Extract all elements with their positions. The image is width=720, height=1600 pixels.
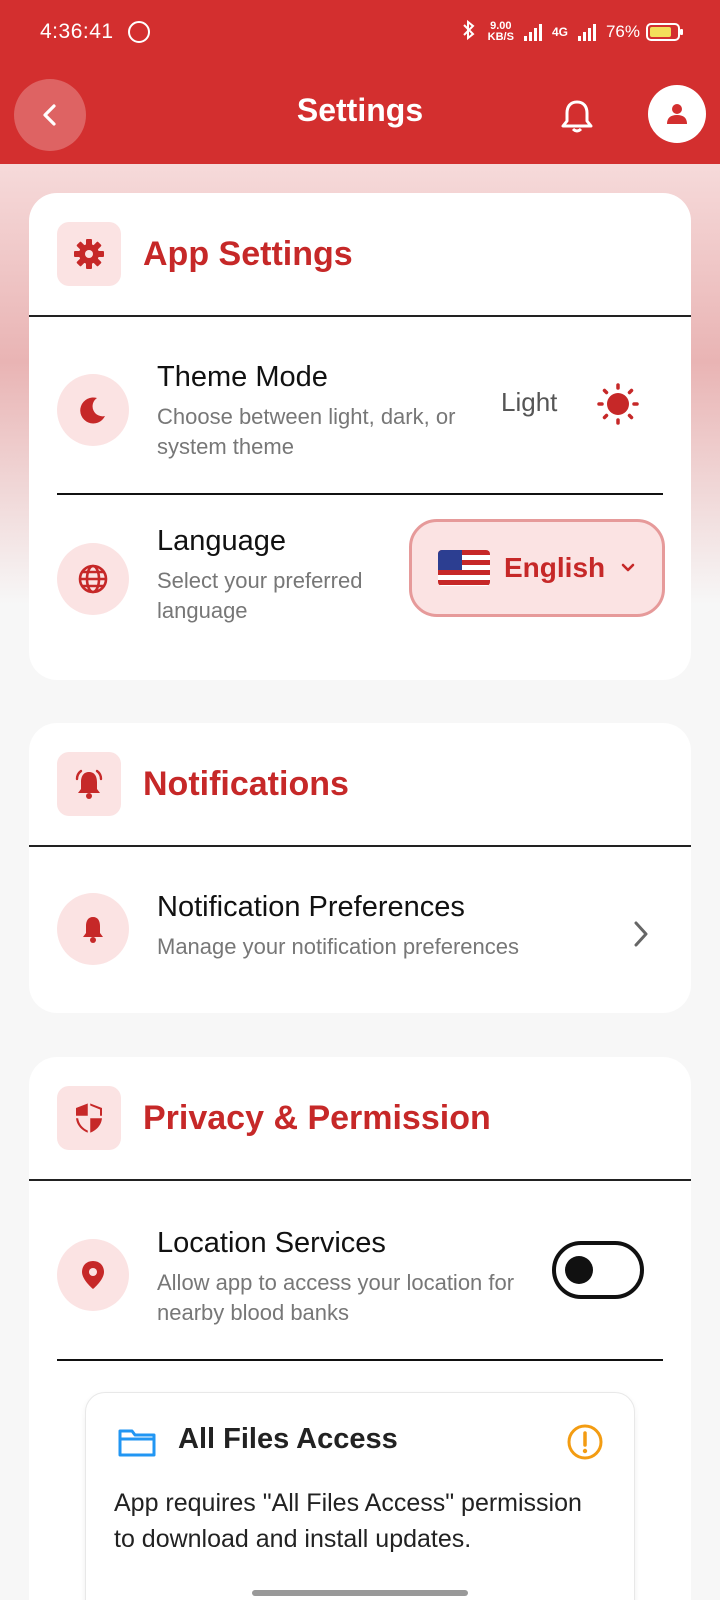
- app-bar: 4:36:41 9.00 KB/S 4G 76% Settings: [0, 0, 720, 164]
- person-icon: [667, 104, 687, 124]
- ringing-bell-icon: [57, 752, 121, 816]
- battery-icon: [646, 23, 683, 41]
- notification-preferences-title: Notification Preferences: [157, 891, 465, 923]
- theme-mode-title: Theme Mode: [157, 361, 328, 393]
- warning-icon[interactable]: [566, 1423, 604, 1466]
- network-type: 4G: [551, 25, 568, 39]
- notifications-title: Notifications: [143, 764, 349, 803]
- language-title: Language: [157, 525, 287, 557]
- network-speed-unit: KB/S: [487, 31, 514, 43]
- app-settings-card: App Settings Theme Mode Choose between l…: [29, 193, 691, 680]
- home-indicator[interactable]: [252, 1590, 468, 1596]
- theme-mode-value: Light: [501, 387, 558, 417]
- app-settings-header: App Settings: [29, 193, 691, 317]
- theme-mode-row[interactable]: Theme Mode Choose between light, dark, o…: [29, 317, 691, 493]
- theme-mode-subtitle: Choose between light, dark, or system th…: [157, 404, 456, 459]
- divider: [57, 1359, 663, 1361]
- all-files-access-description: App requires "All Files Access" permissi…: [114, 1489, 582, 1553]
- whatsapp-icon: [127, 21, 150, 43]
- toggle-knob: [565, 1256, 593, 1284]
- chevron-right-icon: [631, 919, 651, 954]
- notifications-card: Notifications Notification Preferences M…: [29, 723, 691, 1013]
- privacy-header: Privacy & Permission: [29, 1057, 691, 1181]
- language-selected: English: [504, 552, 606, 583]
- language-dropdown[interactable]: English: [409, 519, 665, 617]
- folder-icon: [118, 1427, 156, 1462]
- location-services-toggle[interactable]: [552, 1241, 644, 1299]
- moon-icon: [57, 374, 129, 446]
- signal-icon: [523, 23, 542, 41]
- battery-percent: 76%: [605, 22, 640, 41]
- battery-status: 76%: [605, 22, 683, 42]
- globe-icon: [57, 543, 129, 615]
- us-flag-icon: [438, 550, 490, 586]
- language-subtitle: Select your preferred language: [157, 568, 363, 623]
- bell-icon: [561, 100, 593, 133]
- location-services-text: Location Services Allow app to access yo…: [157, 1227, 547, 1328]
- location-services-row: Location Services Allow app to access yo…: [29, 1181, 691, 1359]
- location-pin-icon: [57, 1239, 129, 1311]
- profile-avatar-button[interactable]: [648, 85, 706, 143]
- location-services-title: Location Services: [157, 1227, 386, 1259]
- language-row: Language Select your preferred language …: [29, 495, 691, 675]
- notification-preferences-row[interactable]: Notification Preferences Manage your not…: [29, 847, 691, 1011]
- notifications-header: Notifications: [29, 723, 691, 847]
- status-bar: 4:36:41 9.00 KB/S 4G 76%: [0, 0, 720, 64]
- network-speed: 9.00 KB/S: [488, 21, 514, 43]
- chevron-down-icon: [621, 563, 635, 572]
- location-services-subtitle: Allow app to access your location for ne…: [157, 1270, 515, 1325]
- bell-icon: [57, 893, 129, 965]
- bluetooth-icon: [460, 19, 478, 46]
- page-title: Settings: [296, 92, 424, 128]
- signal-icon-2: [577, 23, 596, 41]
- notification-preferences-subtitle: Manage your notification preferences: [157, 934, 519, 959]
- shield-icon: [57, 1086, 121, 1150]
- sun-icon[interactable]: [597, 383, 639, 430]
- language-text: Language Select your preferred language: [157, 525, 407, 626]
- app-settings-title: App Settings: [143, 234, 353, 273]
- all-files-access-card: All Files Access App requires "All Files…: [85, 1392, 635, 1600]
- gear-icon: [57, 222, 121, 286]
- theme-mode-text: Theme Mode Choose between light, dark, o…: [157, 361, 497, 462]
- privacy-title: Privacy & Permission: [143, 1098, 491, 1137]
- all-files-access-title: All Files Access: [178, 1423, 398, 1455]
- status-time: 4:36:41: [40, 20, 114, 43]
- notification-preferences-text: Notification Preferences Manage your not…: [157, 891, 519, 962]
- notifications-button[interactable]: [555, 94, 599, 138]
- status-right: 9.00 KB/S 4G 76%: [460, 19, 683, 46]
